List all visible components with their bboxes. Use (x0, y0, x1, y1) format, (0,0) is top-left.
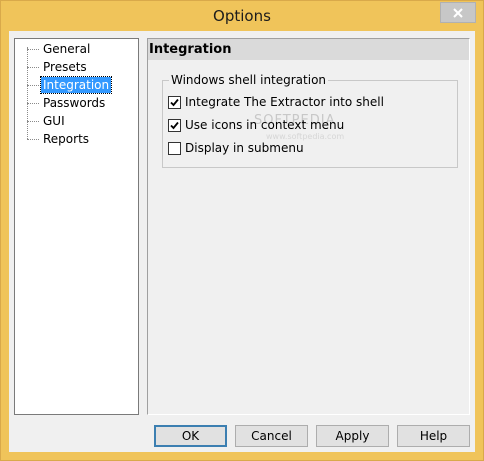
cancel-button[interactable]: Cancel (235, 425, 308, 447)
integrate-shell-checkbox[interactable]: Integrate The Extractor into shell (168, 95, 384, 111)
tree-item-general[interactable]: General (15, 41, 135, 57)
options-tree[interactable]: General Presets Integration Passwords GU… (14, 38, 139, 415)
integration-panel: Integration SOFTPEDIA www.softpedia.com … (147, 38, 470, 415)
tree-item-label: General (43, 42, 91, 56)
checkbox-box[interactable] (168, 119, 181, 132)
tree-connector (27, 103, 39, 104)
tree-item-presets[interactable]: Presets (15, 59, 135, 75)
group-label: Windows shell integration (169, 73, 329, 87)
checkmark-icon (170, 121, 179, 130)
shell-integration-group: Windows shell integration Integrate The … (162, 73, 458, 168)
tree-item-label: GUI (43, 114, 65, 128)
panel-header: Integration (148, 39, 469, 60)
tree-item-reports[interactable]: Reports (15, 131, 135, 147)
close-icon (453, 7, 463, 18)
tree-item-label: Integration (39, 76, 113, 94)
tree-item-gui[interactable]: GUI (15, 113, 135, 129)
checkmark-icon (170, 98, 179, 107)
checkbox-label: Use icons in context menu (185, 118, 345, 132)
tree-item-passwords[interactable]: Passwords (15, 95, 135, 111)
checkbox-label: Display in submenu (185, 141, 304, 155)
ok-button[interactable]: OK (154, 425, 227, 447)
tree-connector (27, 121, 39, 122)
tree-connector (27, 49, 39, 50)
use-icons-checkbox[interactable]: Use icons in context menu (168, 118, 368, 134)
close-button[interactable] (440, 2, 476, 23)
tree-connector (27, 139, 39, 140)
help-button[interactable]: Help (397, 425, 470, 447)
tree-connector (27, 67, 39, 68)
tree-item-label: Presets (43, 60, 87, 74)
checkbox-box[interactable] (168, 142, 181, 155)
tree-item-label: Passwords (43, 96, 106, 110)
window-title: Options (213, 7, 271, 25)
options-window: Options General Presets Integration Pass… (0, 0, 484, 461)
dialog-client-area: General Presets Integration Passwords GU… (9, 31, 475, 452)
checkbox-label: Integrate The Extractor into shell (185, 95, 384, 109)
display-submenu-checkbox[interactable]: Display in submenu (168, 141, 368, 157)
title-bar[interactable]: Options (1, 1, 483, 31)
tree-connector (27, 85, 39, 86)
checkbox-box[interactable] (168, 96, 181, 109)
tree-item-integration[interactable]: Integration (15, 76, 135, 94)
panel-title: Integration (149, 42, 232, 57)
apply-button[interactable]: Apply (316, 425, 389, 447)
tree-item-label: Reports (43, 132, 90, 146)
